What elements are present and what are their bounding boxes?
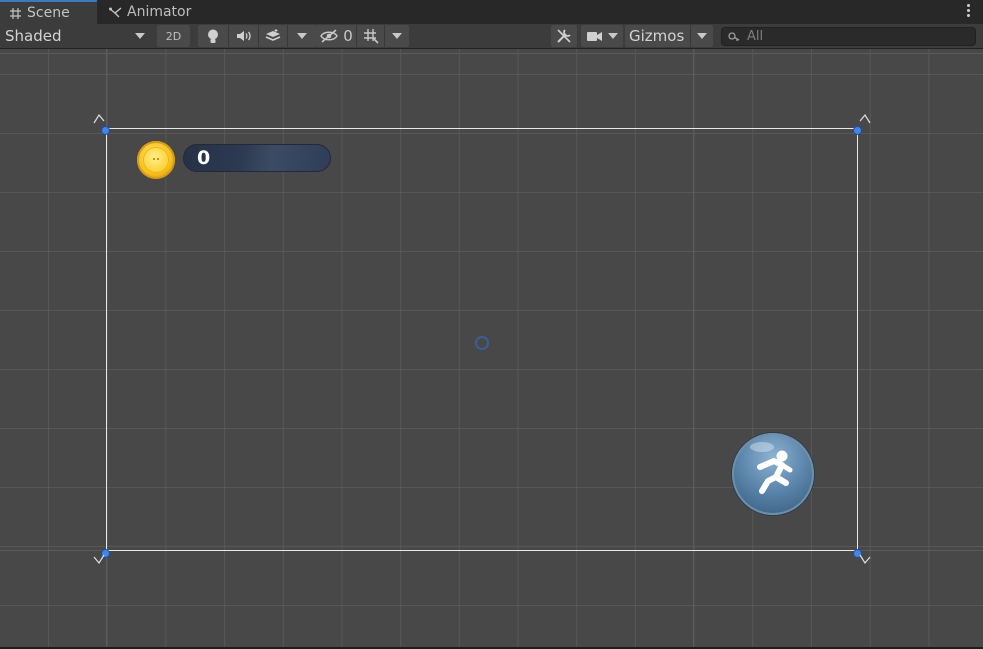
more-options-icon[interactable]	[967, 4, 971, 20]
hidden-count: 0	[343, 27, 353, 45]
resize-handle-top-left[interactable]	[101, 126, 110, 135]
grid-snap-toggle[interactable]	[357, 25, 385, 47]
search-icon	[728, 31, 740, 41]
jump-button[interactable]	[732, 433, 814, 515]
effects-icon	[266, 29, 281, 41]
visibility-icon	[320, 29, 339, 43]
jump-icon	[750, 442, 793, 494]
tab-bar: Scene Animator	[0, 0, 983, 24]
gizmos-dropdown[interactable]: Gizmos	[625, 25, 713, 47]
tab-animator[interactable]: Animator	[100, 0, 210, 24]
lighting-toggle[interactable]	[198, 25, 229, 47]
chevron-down-icon	[607, 33, 618, 39]
grid-snap-icon	[363, 29, 379, 44]
hidden-objects-toggle[interactable]: 0	[316, 25, 357, 47]
anchor-marker-bottom-right[interactable]	[858, 551, 872, 565]
gizmos-label: Gizmos	[629, 27, 685, 45]
mode-2d-label: 2D	[165, 29, 182, 43]
anchor-marker-top-right[interactable]	[858, 113, 872, 127]
grid-icon	[10, 7, 21, 19]
effects-dropdown[interactable]	[288, 25, 316, 47]
audio-toggle[interactable]	[229, 25, 260, 47]
camera-icon	[586, 31, 602, 41]
anchor-marker-bottom-left[interactable]	[92, 551, 106, 565]
tab-scene[interactable]: Scene	[0, 0, 97, 24]
lightbulb-icon	[207, 29, 218, 43]
grid-dropdown[interactable]	[385, 25, 409, 47]
pivot-circle[interactable]	[475, 336, 489, 350]
coin-counter-panel[interactable]: 0	[183, 144, 331, 172]
anchor-marker-top-left[interactable]	[92, 113, 106, 127]
tools-toggle[interactable]	[551, 25, 577, 47]
search-box	[721, 27, 976, 46]
chevron-down-icon	[297, 33, 308, 39]
shading-mode-label: Shaded	[5, 27, 62, 45]
scene-toolbar: Shaded 2D 0 Gizmos All	[0, 24, 983, 49]
scene-viewport[interactable]: 0	[0, 49, 983, 647]
tab-animator-label: Animator	[127, 4, 192, 20]
animator-icon	[109, 6, 122, 17]
resize-handle-top-right[interactable]	[853, 126, 862, 135]
audio-icon	[236, 31, 251, 41]
mode-2d-button[interactable]: 2D	[157, 25, 190, 47]
camera-settings-dropdown[interactable]	[581, 25, 623, 47]
chevron-down-icon	[135, 33, 145, 39]
chevron-down-icon	[392, 33, 402, 39]
tab-scene-label: Scene	[27, 5, 70, 21]
shading-mode-dropdown[interactable]: Shaded	[0, 25, 152, 47]
scene-view-toggles	[198, 25, 316, 47]
coin-icon[interactable]	[137, 141, 175, 179]
tools-icon	[557, 29, 571, 43]
effects-toggle[interactable]	[259, 25, 289, 47]
search-input[interactable]	[747, 29, 967, 44]
coin-count-text: 0	[197, 147, 211, 169]
visibility-group: 0	[316, 25, 409, 47]
chevron-down-icon	[697, 33, 708, 39]
